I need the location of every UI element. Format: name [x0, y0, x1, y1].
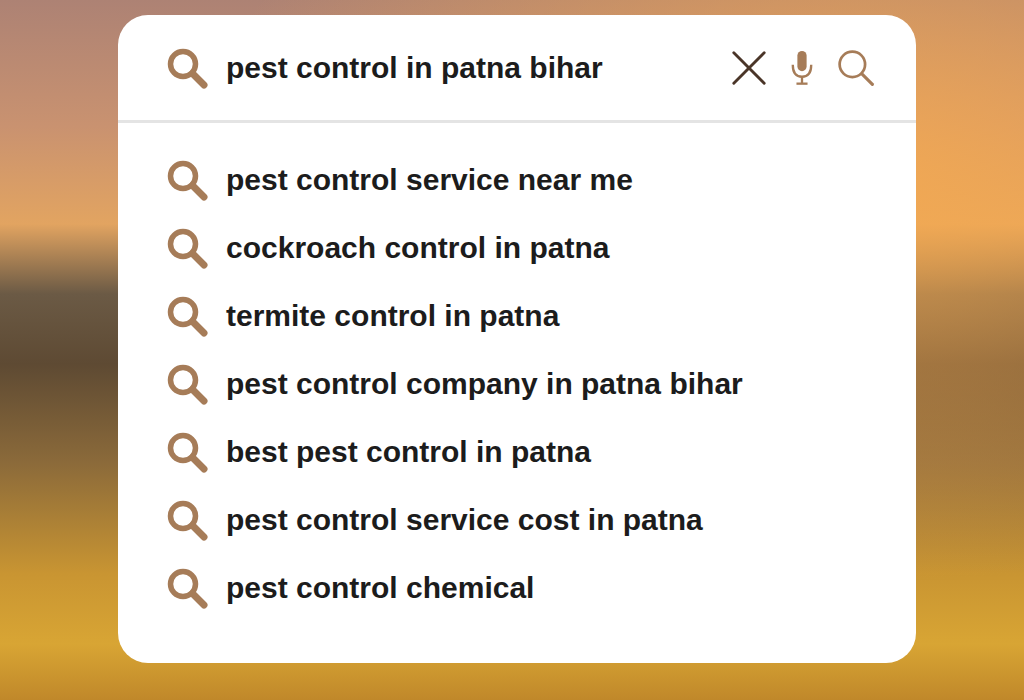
suggestion-text: pest control service cost in patna	[226, 503, 703, 537]
search-panel: pest control in patna bihar pest control …	[118, 15, 916, 663]
suggestion-text: termite control in patna	[226, 299, 559, 333]
suggestion-text: pest control service near me	[226, 163, 633, 197]
suggestion-item[interactable]: pest control service near me	[165, 146, 916, 214]
search-icon	[165, 362, 209, 406]
search-icon	[165, 498, 209, 542]
suggestion-item[interactable]: pest control chemical	[165, 554, 916, 622]
page: pest control in patna bihar pest control …	[0, 0, 1024, 700]
divider	[118, 120, 916, 123]
suggestion-item[interactable]: pest control company in patna bihar	[165, 350, 916, 418]
search-actions	[730, 48, 876, 88]
search-input[interactable]: pest control in patna bihar	[226, 51, 713, 85]
suggestion-text: best pest control in patna	[226, 435, 591, 469]
suggestion-item[interactable]: best pest control in patna	[165, 418, 916, 486]
suggestion-item[interactable]: cockroach control in patna	[165, 214, 916, 282]
suggestion-list: pest control service near me cockroach co…	[118, 123, 916, 662]
search-button-icon[interactable]	[836, 48, 876, 88]
microphone-icon[interactable]	[790, 49, 814, 86]
search-icon	[165, 226, 209, 270]
search-icon	[165, 566, 209, 610]
search-icon	[165, 294, 209, 338]
background-photo: pest control in patna bihar pest control …	[0, 0, 1024, 700]
suggestion-text: pest control chemical	[226, 571, 534, 605]
suggestion-item[interactable]: pest control service cost in patna	[165, 486, 916, 554]
search-icon	[165, 430, 209, 474]
search-bar: pest control in patna bihar	[118, 15, 916, 120]
suggestion-item[interactable]: termite control in patna	[165, 282, 916, 350]
close-icon[interactable]	[730, 49, 768, 87]
search-icon	[165, 46, 209, 90]
suggestion-text: pest control company in patna bihar	[226, 367, 743, 401]
suggestion-text: cockroach control in patna	[226, 231, 609, 265]
search-icon	[165, 158, 209, 202]
